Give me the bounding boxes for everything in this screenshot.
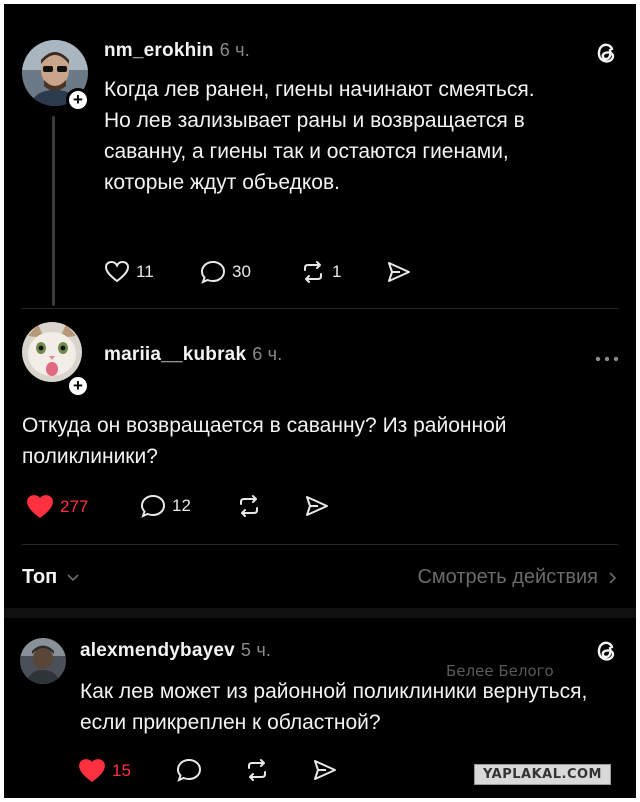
comment-icon (176, 758, 202, 782)
like-count: 15 (112, 761, 131, 780)
heart-icon (79, 759, 105, 783)
post-time: 6 ч. (252, 344, 283, 364)
like-count: 277 (60, 497, 89, 516)
watermark-badge: YAPLAKAL.COM (474, 764, 611, 785)
comment-icon (140, 494, 166, 518)
repost-button[interactable] (236, 494, 262, 518)
share-button[interactable] (304, 494, 330, 518)
comment-count: 12 (172, 496, 191, 515)
threads-screen: + nm_erokhin 6 ч. Когда лев ранен, гиены … (4, 4, 636, 798)
comment-button[interactable]: 12 (140, 494, 191, 518)
repost-icon (248, 759, 266, 781)
post-time: 5 ч. (240, 640, 272, 660)
avatar-alexmendybayev[interactable] (20, 638, 66, 684)
view-activity-link[interactable]: Смотреть действия (417, 566, 620, 589)
like-button[interactable]: 277 (26, 494, 88, 520)
repost-button[interactable]: 1 (300, 260, 341, 284)
view-activity-label: Смотреть действия (417, 566, 598, 588)
post-username[interactable]: mariia__kubrak 6 ч. (104, 344, 282, 366)
divider (22, 544, 618, 545)
post-username[interactable]: nm_erokhin 6 ч. (104, 40, 250, 62)
repost-icon (304, 261, 322, 283)
threads-icon[interactable] (594, 40, 618, 71)
divider (22, 308, 618, 309)
post-text: Откуда он возвращается в саванну? Из рай… (22, 414, 507, 468)
repost-button[interactable] (244, 758, 270, 782)
post-text: Когда лев ранен, гиены начинают смеяться… (104, 78, 535, 194)
section-separator (4, 608, 636, 618)
comment-icon (200, 260, 226, 284)
comment-button[interactable]: 30 (200, 260, 251, 284)
threads-icon[interactable] (594, 638, 618, 669)
like-button[interactable]: 11 (104, 260, 154, 284)
post-username[interactable]: alexmendybayev 5 ч. (80, 640, 271, 662)
like-count: 11 (136, 262, 154, 281)
share-icon (306, 496, 328, 516)
share-button[interactable] (312, 758, 338, 782)
share-button[interactable] (386, 260, 412, 284)
thread-line (52, 116, 55, 306)
chevron-right-icon (609, 571, 617, 584)
repost-count: 1 (332, 262, 342, 281)
heart-icon (104, 260, 130, 283)
comment-button[interactable] (176, 758, 202, 782)
sort-label: Топ (22, 566, 58, 588)
follow-plus-icon[interactable]: + (66, 374, 90, 398)
repost-icon (240, 495, 258, 517)
chevron-down-icon (67, 573, 79, 581)
post-text: Как лев может из районной поликлиники ве… (80, 680, 588, 734)
heart-icon (27, 495, 53, 519)
more-icon[interactable] (594, 350, 620, 368)
post-time: 6 ч. (219, 40, 250, 60)
share-icon (388, 262, 410, 282)
like-button[interactable]: 15 (78, 758, 131, 784)
sort-dropdown[interactable]: Топ (22, 566, 81, 589)
follow-plus-icon[interactable]: + (66, 88, 90, 112)
comment-count: 30 (232, 262, 251, 281)
share-icon (314, 760, 336, 780)
avatar-mariia-kubrak[interactable] (22, 322, 82, 382)
